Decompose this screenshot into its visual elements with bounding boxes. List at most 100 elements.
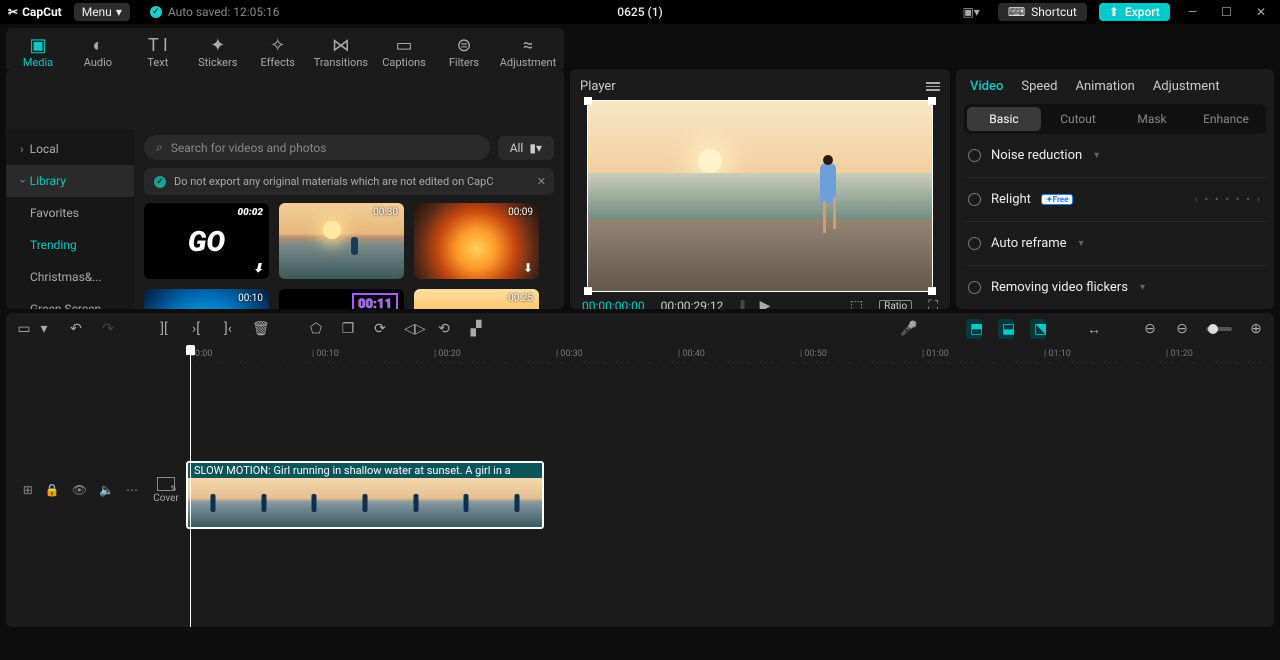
- radio-icon[interactable]: [968, 193, 981, 206]
- rotate-button[interactable]: ⟲: [436, 321, 452, 337]
- nav-item-favorites[interactable]: Favorites: [6, 197, 134, 229]
- zoom-out-button[interactable]: ⊖: [1142, 321, 1158, 337]
- fullscreen-button[interactable]: ⛶: [928, 298, 938, 309]
- player-viewport[interactable]: [580, 100, 940, 292]
- group-button[interactable]: ❐: [340, 321, 356, 337]
- nav-library[interactable]: Library: [6, 165, 134, 197]
- cover-button[interactable]: Cover: [146, 345, 186, 627]
- media-thumb[interactable]: 00:10: [144, 289, 269, 309]
- resize-handle-tr[interactable]: [928, 97, 936, 105]
- snapshot-button[interactable]: ⬚: [850, 298, 863, 309]
- prev-frame-button[interactable]: |||: [739, 298, 743, 309]
- nav-item-trending[interactable]: Trending: [6, 229, 134, 261]
- refresh-button[interactable]: ⟳: [372, 321, 388, 337]
- notice-close-button[interactable]: ✕: [537, 175, 546, 188]
- selection-tool-button[interactable]: ▭: [16, 321, 32, 337]
- radio-icon[interactable]: [968, 281, 981, 294]
- option-relight[interactable]: Relight ✦Free ‹ • • • • • ›: [964, 178, 1266, 222]
- filter-all-button[interactable]: All▮▾: [498, 136, 554, 160]
- layout-button[interactable]: ▣▾: [956, 5, 985, 19]
- lock-track-button[interactable]: 🔒: [45, 483, 60, 497]
- trim-right-button[interactable]: ]‹: [220, 321, 236, 337]
- maximize-button[interactable]: ☐: [1215, 5, 1238, 19]
- media-thumb[interactable]: 00:09⬇: [414, 203, 539, 279]
- media-thumb[interactable]: 00:11THE END: [279, 289, 404, 309]
- marker-button[interactable]: ⬠: [308, 321, 324, 337]
- magnet-left-button[interactable]: ⬒: [966, 319, 982, 339]
- tab-stickers[interactable]: ✦Stickers: [194, 34, 242, 69]
- download-icon[interactable]: ⬇: [523, 261, 533, 275]
- chevron-down-icon: ▾: [1094, 150, 1099, 161]
- media-thumb[interactable]: 00:02GO⬇: [144, 203, 269, 279]
- inspector-tab-animation[interactable]: Animation: [1076, 79, 1135, 94]
- zoom-in-button[interactable]: ⊖: [1174, 321, 1190, 337]
- video-clip[interactable]: SLOW MOTION: Girl running in shallow wat…: [186, 461, 544, 529]
- mic-button[interactable]: 🎤: [900, 321, 916, 337]
- tab-captions[interactable]: ▭Captions: [380, 34, 428, 69]
- menu-button[interactable]: Menu▾: [74, 3, 130, 21]
- export-button[interactable]: ⬆Export: [1099, 3, 1170, 21]
- aspect-ratio-button[interactable]: Ratio: [879, 300, 912, 310]
- tab-text[interactable]: T IText: [134, 34, 182, 69]
- track-more-button[interactable]: ⋯: [126, 483, 138, 497]
- option-auto-reframe[interactable]: Auto reframe▾: [964, 222, 1266, 266]
- inspector-subtab-enhance[interactable]: Enhance: [1189, 107, 1263, 131]
- option-noise-reduction[interactable]: Noise reduction▾: [964, 134, 1266, 178]
- play-button[interactable]: ▶: [760, 298, 771, 309]
- magnet-center-button[interactable]: ⬓: [998, 319, 1014, 339]
- tab-adjustment[interactable]: ≈Adjustment: [500, 34, 556, 69]
- timeline-tracks[interactable]: SLOW MOTION: Girl running in shallow wat…: [186, 345, 1274, 627]
- tab-filters[interactable]: ⊜Filters: [440, 34, 488, 69]
- tab-transitions[interactable]: ⋈Transitions: [314, 34, 368, 69]
- tab-effects[interactable]: ✧Effects: [254, 34, 302, 69]
- playhead[interactable]: [190, 345, 191, 627]
- inspector-subtab-cutout[interactable]: Cutout: [1041, 107, 1115, 131]
- resize-handle-bl[interactable]: [584, 287, 592, 295]
- filter-icon: ▮▾: [529, 141, 542, 155]
- media-thumb[interactable]: 00:30: [279, 203, 404, 279]
- radio-icon[interactable]: [968, 237, 981, 250]
- nav-item-christmas-[interactable]: Christmas&...: [6, 261, 134, 293]
- inspector-subtab-mask[interactable]: Mask: [1115, 107, 1189, 131]
- delete-button[interactable]: 🗑: [252, 321, 268, 337]
- redo-button[interactable]: ↷: [100, 321, 116, 337]
- tab-media[interactable]: ▣Media: [14, 34, 62, 69]
- split-button[interactable]: ][: [156, 321, 172, 337]
- tab-audio[interactable]: ◐Audio: [74, 34, 122, 69]
- resize-handle-br[interactable]: [928, 287, 936, 295]
- search-input[interactable]: ⌕ Search for videos and photos: [144, 135, 490, 160]
- download-icon[interactable]: ⬇: [253, 261, 263, 275]
- timeline[interactable]: 00:00| 00:10| 00:20| 00:30| 00:40| 00:50…: [6, 345, 1274, 627]
- nav-item-green-screen[interactable]: Green Screen: [6, 293, 134, 309]
- current-timecode[interactable]: 00:00:00:00: [582, 299, 645, 309]
- mute-track-button[interactable]: 🔈: [99, 483, 114, 497]
- align-button[interactable]: ↔: [1086, 321, 1102, 338]
- player-menu-button[interactable]: [926, 82, 940, 91]
- zoom-fit-button[interactable]: ⊕: [1248, 321, 1264, 337]
- shortcut-button[interactable]: ⌨Shortcut: [998, 3, 1087, 21]
- radio-icon[interactable]: [968, 149, 981, 162]
- minimize-button[interactable]: —: [1182, 5, 1203, 19]
- inspector-tab-adjustment[interactable]: Adjustment: [1153, 79, 1220, 94]
- undo-button[interactable]: ↶: [68, 321, 84, 337]
- player-canvas[interactable]: [587, 100, 933, 292]
- zoom-slider[interactable]: [1206, 327, 1232, 331]
- inspector-tab-video[interactable]: Video: [970, 79, 1003, 94]
- inspector-subtab-basic[interactable]: Basic: [967, 107, 1041, 131]
- trim-left-button[interactable]: ›[: [188, 321, 204, 337]
- resize-handle-tl[interactable]: [584, 97, 592, 105]
- media-thumb[interactable]: 00:25: [414, 289, 539, 309]
- magnet-right-button[interactable]: ⬔: [1030, 319, 1046, 339]
- search-placeholder: Search for videos and photos: [171, 141, 327, 155]
- mirror-button[interactable]: ◁▷: [404, 321, 420, 337]
- option-remove-flicker[interactable]: Removing video flickers▾: [964, 266, 1266, 309]
- add-track-button[interactable]: ⊞: [23, 483, 33, 497]
- toggle-visibility-button[interactable]: 👁: [72, 483, 87, 497]
- crop-button[interactable]: ▞: [468, 321, 484, 337]
- close-button[interactable]: ✕: [1250, 5, 1272, 19]
- carousel-dots[interactable]: ‹ • • • • • ›: [1194, 193, 1262, 206]
- selection-tool-dropdown[interactable]: ▾: [36, 321, 52, 337]
- inspector-tab-speed[interactable]: Speed: [1021, 79, 1057, 94]
- clip-thumbnails: [188, 478, 542, 528]
- nav-local[interactable]: Local: [6, 133, 134, 165]
